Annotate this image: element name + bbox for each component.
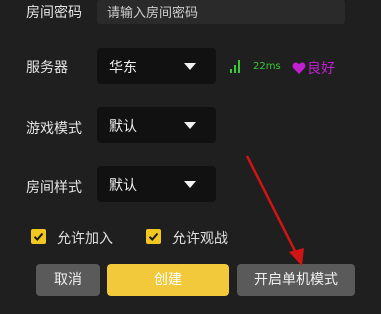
chevron-down-icon — [184, 63, 196, 70]
game-mode-value: 默认 — [109, 119, 137, 135]
heart-icon — [292, 60, 306, 74]
server-label: 服务器 — [26, 60, 68, 76]
create-button[interactable]: 创建 — [107, 264, 229, 296]
room-password-placeholder: 请输入房间密码 — [107, 6, 199, 21]
check-icon — [33, 232, 44, 241]
room-password-input[interactable]: 请输入房间密码 — [97, 0, 345, 24]
server-value: 华东 — [109, 60, 137, 76]
allow-join-checkbox[interactable] — [31, 229, 46, 244]
game-mode-select[interactable]: 默认 — [97, 107, 216, 143]
allow-join-label: 允许加入 — [57, 231, 113, 247]
room-style-select[interactable]: 默认 — [97, 166, 216, 202]
server-select[interactable]: 华东 — [97, 48, 216, 84]
cancel-button[interactable]: 取消 — [36, 264, 100, 296]
game-mode-label: 游戏模式 — [26, 121, 82, 137]
room-style-value: 默认 — [109, 178, 137, 194]
allow-spectate-label: 允许观战 — [172, 231, 228, 247]
signal-icon — [229, 58, 243, 74]
room-style-label: 房间样式 — [26, 180, 82, 196]
connection-quality: 良好 — [307, 61, 335, 77]
allow-spectate-checkbox[interactable] — [146, 229, 161, 244]
room-password-label: 房间密码 — [26, 5, 82, 21]
single-player-mode-button[interactable]: 开启单机模式 — [237, 264, 355, 296]
ping-value: 22ms — [253, 61, 281, 72]
check-icon — [148, 232, 159, 241]
chevron-down-icon — [184, 122, 196, 129]
chevron-down-icon — [184, 181, 196, 188]
